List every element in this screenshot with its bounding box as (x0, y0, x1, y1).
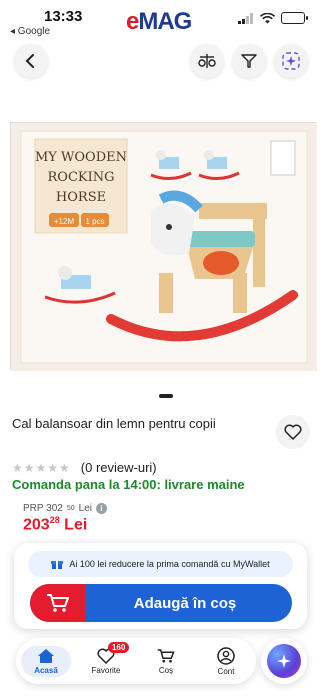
ai-assistant-button[interactable] (261, 638, 307, 684)
cart-icon (157, 648, 175, 663)
sparkle-icon (277, 654, 291, 668)
scale-icon (198, 54, 216, 68)
signal-icon (238, 12, 253, 24)
battery-icon (281, 12, 308, 24)
prp-price: PRP 302 50 Lei i (23, 503, 107, 514)
delivery-info: Comanda pana la 14:00: livrare maine (12, 477, 245, 492)
product-title: Cal balansoar din lemn pentru copii (12, 416, 216, 431)
heart-icon (284, 424, 302, 440)
status-bar: 13:33 ◂ Google eMAG (0, 0, 323, 40)
chevron-left-icon (25, 54, 34, 68)
tab-cart[interactable]: Coș (141, 648, 191, 675)
add-to-cart-panel: Ai 100 lei reducere la prima comandă cu … (14, 543, 307, 629)
svg-text:MY WOODEN: MY WOODEN (35, 150, 127, 165)
rocking-horse-box-illustration: MY WOODEN ROCKING HORSE +12M 1 pcs (11, 123, 317, 371)
send-icon (241, 54, 257, 68)
svg-text:1 pcs: 1 pcs (85, 217, 104, 226)
mywallet-banner[interactable]: Ai 100 lei reducere la prima comandă cu … (28, 551, 293, 577)
user-icon (217, 646, 235, 665)
back-button[interactable] (14, 44, 48, 78)
bottom-tab-bar: Acasă 160 Favorite Coș Cont (16, 638, 256, 684)
cart-icon (47, 594, 69, 612)
favorites-badge: 160 (108, 641, 130, 653)
product-image[interactable]: MY WOODEN ROCKING HORSE +12M 1 pcs (10, 122, 317, 371)
home-icon (38, 648, 54, 663)
star-rating-icons: ★★★★★ (12, 460, 71, 475)
wifi-icon (260, 12, 275, 23)
cart-icon-section (30, 584, 86, 622)
info-icon[interactable]: i (96, 503, 107, 514)
emag-logo: eMAG (126, 8, 192, 35)
compare-button[interactable] (190, 44, 224, 78)
add-to-cart-label: Adaugă în coș (133, 594, 237, 612)
tab-favorites[interactable]: 160 Favorite (81, 641, 131, 675)
gift-icon (51, 561, 64, 569)
favorite-button[interactable] (276, 415, 310, 449)
svg-text:+12M: +12M (54, 217, 75, 226)
svg-text:ROCKING: ROCKING (48, 170, 115, 185)
ai-search-button[interactable] (274, 44, 308, 78)
tab-home[interactable]: Acasă (21, 645, 71, 677)
share-button[interactable] (232, 44, 266, 78)
rating-row[interactable]: ★★★★★ (0 review-uri) (12, 460, 157, 475)
tab-account[interactable]: Cont (201, 646, 251, 676)
svg-text:HORSE: HORSE (56, 190, 106, 205)
add-to-cart-button[interactable]: Adaugă în coș (30, 584, 292, 622)
current-price: 20328 Lei (23, 515, 88, 534)
clock: 13:33 (44, 8, 83, 25)
system-icons (238, 12, 308, 24)
back-to-google[interactable]: ◂ Google (10, 26, 50, 37)
review-count[interactable]: (0 review-uri) (81, 460, 157, 475)
sparkle-icon (282, 52, 300, 70)
image-carousel-indicator[interactable] (159, 394, 173, 398)
